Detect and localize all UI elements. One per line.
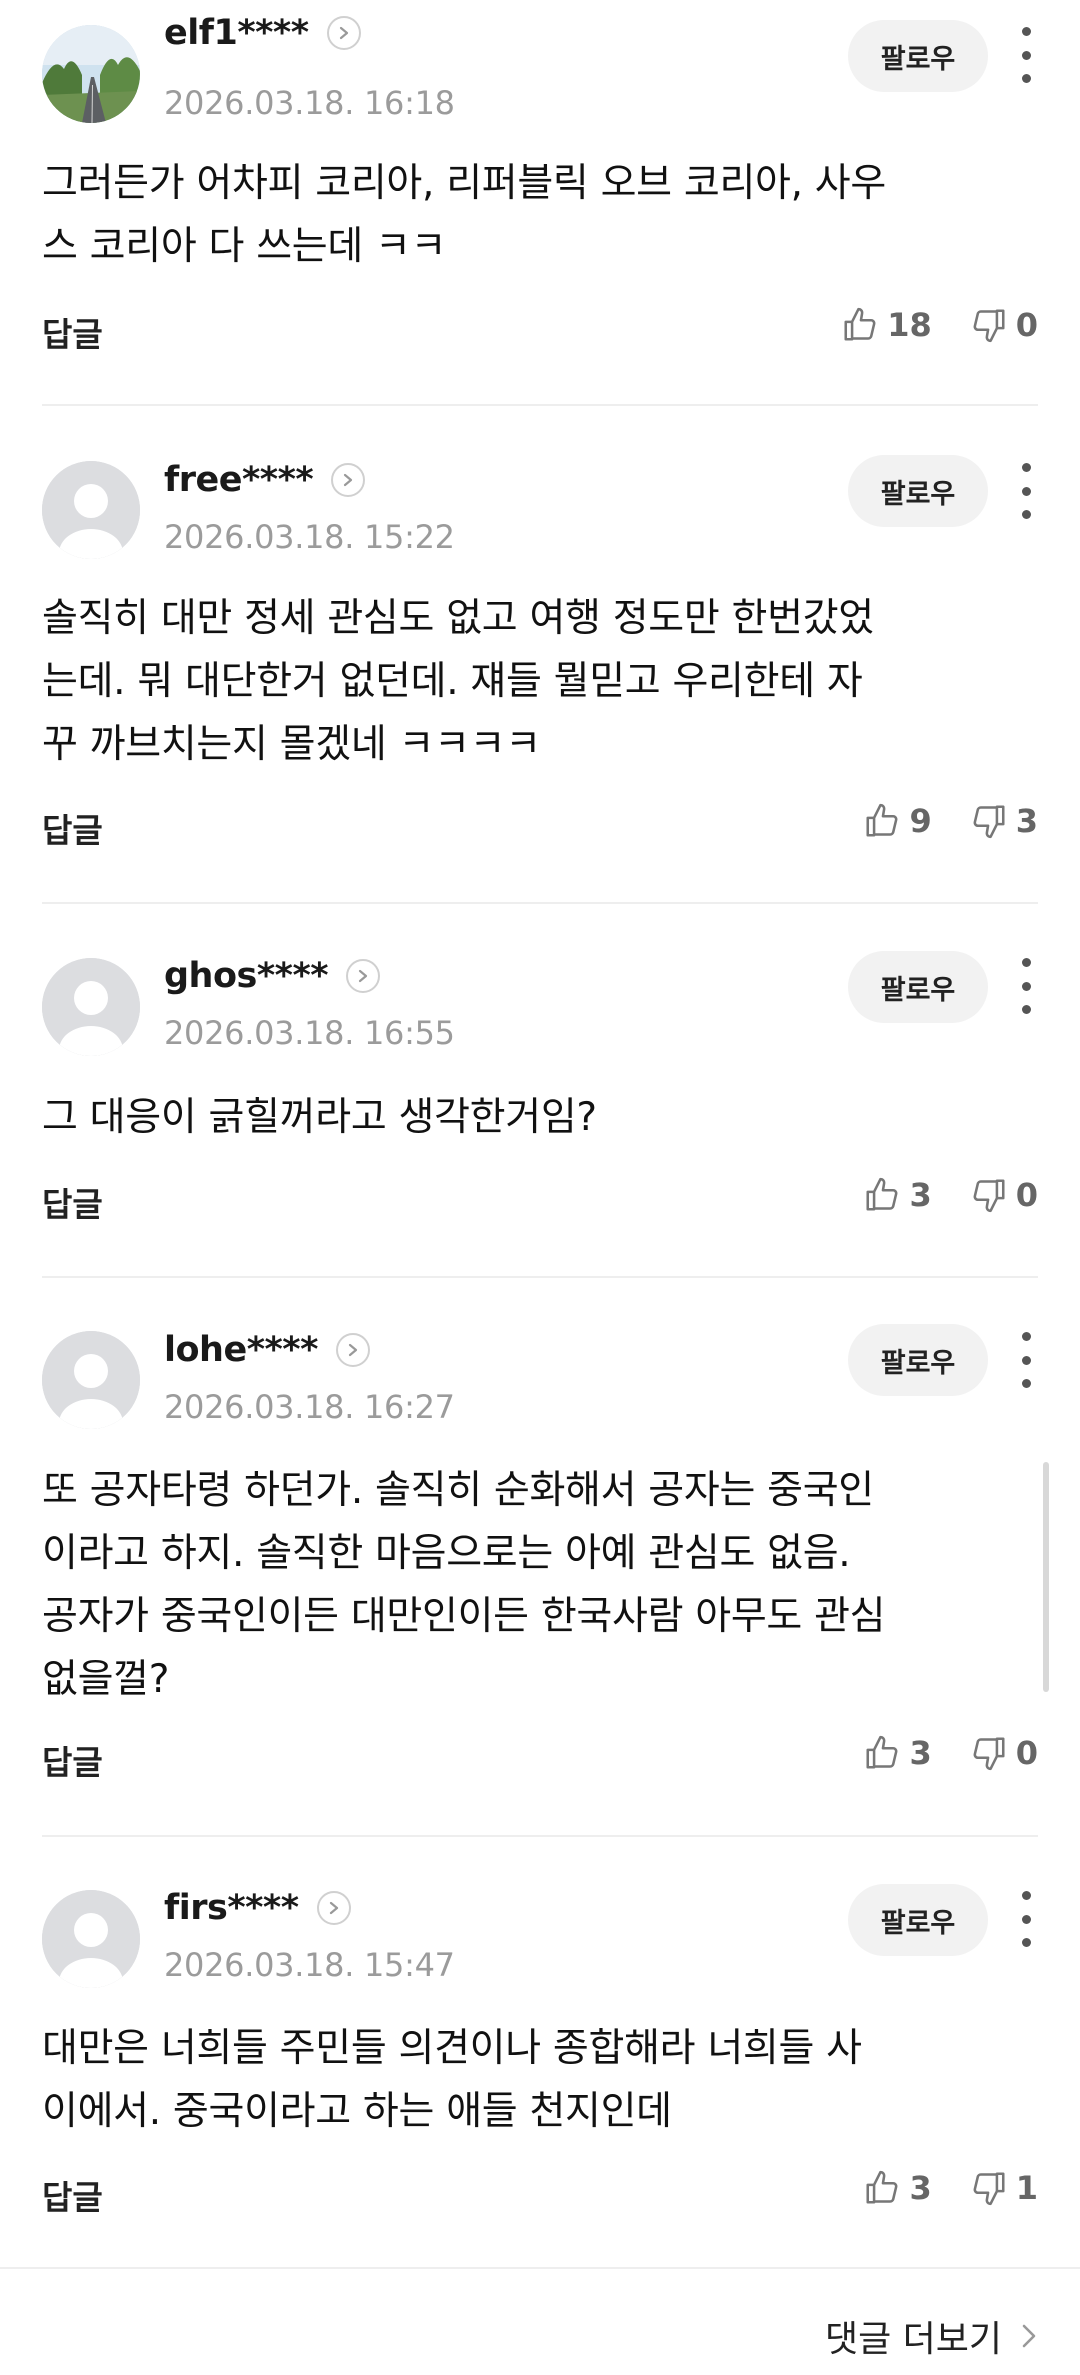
comment-text: 그러든가 어차피 코리아, 리퍼블릭 오브 코리아, 사우 스 코리아 다 쓰는… [42,161,886,269]
more-options-icon[interactable] [1008,958,1044,1014]
dislike-count: 3 [1015,802,1038,840]
follow-button[interactable]: 팔로우 [848,951,988,1023]
scrollbar[interactable] [1043,1462,1049,1692]
username[interactable]: elf1**** [164,13,309,53]
reply-button[interactable]: 답글 [42,1178,103,1226]
comment-text: 그 대응이 긁힐꺼라고 생각한거임? [42,1095,597,1140]
more-options-icon[interactable] [1008,1332,1044,1388]
like-button[interactable]: 3 [863,2169,932,2207]
more-comments-link[interactable]: 댓글 더보기 [825,2310,1038,2362]
avatar[interactable] [42,1331,140,1429]
dislike-button[interactable]: 3 [970,802,1038,840]
dislike-count: 0 [1015,306,1038,344]
divider [42,404,1038,406]
divider [42,1276,1038,1278]
reply-button[interactable]: 답글 [42,1736,103,1784]
dislike-button[interactable]: 0 [970,1176,1038,1214]
timestamp: 2026.03.18. 15:22 [164,518,455,556]
like-count: 9 [909,802,932,840]
thumbs-down-icon [973,309,1005,343]
follow-button[interactable]: 팔로우 [848,455,988,527]
like-count: 3 [909,1734,932,1772]
more-options-icon[interactable] [1008,1891,1044,1947]
chevron-right-icon[interactable] [346,959,381,993]
timestamp: 2026.03.18. 15:47 [164,1946,455,1984]
more-options-icon[interactable] [1008,463,1044,519]
avatar[interactable] [42,25,140,123]
dislike-button[interactable]: 0 [970,1734,1038,1772]
thumbs-down-icon [973,1737,1005,1771]
reply-button[interactable]: 답글 [42,2171,103,2219]
thumbs-up-icon [866,2170,898,2204]
chevron-right-icon[interactable] [335,1333,370,1367]
follow-button[interactable]: 팔로우 [848,1324,988,1396]
timestamp: 2026.03.18. 16:27 [164,1388,455,1426]
username[interactable]: free**** [164,460,314,500]
reply-button[interactable]: 답글 [42,308,103,356]
like-button[interactable]: 3 [863,1734,932,1772]
divider [42,1835,1038,1837]
reaction-bar: 3 0 [863,1734,1038,1772]
reply-button[interactable]: 답글 [42,804,103,852]
thumbs-up-icon [844,307,876,341]
username[interactable]: ghos**** [164,956,329,996]
thumbs-up-icon [866,803,898,837]
dislike-button[interactable]: 0 [970,306,1038,344]
chevron-right-icon[interactable] [331,463,366,497]
avatar[interactable] [42,1890,140,1988]
landscape-avatar-image [42,25,140,123]
avatar[interactable] [42,958,140,1056]
follow-button[interactable]: 팔로우 [848,1884,988,1956]
like-count: 3 [909,1176,932,1214]
divider [0,2267,1080,2269]
chevron-right-icon[interactable] [326,16,361,50]
reaction-bar: 3 0 [863,1176,1038,1214]
comment-text: 대만은 너희들 주민들 의견이나 종합해라 너희들 사 이에서. 중국이라고 하… [42,2026,862,2134]
username[interactable]: firs**** [164,1888,299,1928]
thumbs-up-icon [866,1735,898,1769]
more-options-icon[interactable] [1008,27,1044,83]
comment-text: 또 공자타령 하던가. 솔직히 순화해서 공자는 중국인 이라고 하지. 솔직한… [42,1468,886,1702]
default-person-icon [42,1331,140,1429]
thumbs-down-icon [973,1179,1005,1213]
like-button[interactable]: 9 [863,802,932,840]
thumbs-up-icon [866,1177,898,1211]
default-person-icon [42,1890,140,1988]
more-comments-label: 댓글 더보기 [824,2319,1002,2360]
reaction-bar: 9 3 [863,802,1038,840]
reaction-bar: 18 0 [841,306,1038,344]
chevron-right-icon[interactable] [316,1891,351,1925]
dislike-count: 0 [1015,1176,1038,1214]
reaction-bar: 3 1 [863,2169,1038,2207]
default-person-icon [42,958,140,1056]
dislike-count: 1 [1015,2169,1038,2207]
avatar[interactable] [42,461,140,559]
dislike-count: 0 [1015,1734,1038,1772]
username[interactable]: lohe**** [164,1330,318,1370]
chevron-right-icon [1022,2324,1036,2348]
follow-button[interactable]: 팔로우 [848,20,988,92]
timestamp: 2026.03.18. 16:18 [164,84,455,122]
divider [42,902,1038,904]
dislike-button[interactable]: 1 [970,2169,1038,2207]
default-person-icon [42,461,140,559]
like-count: 18 [887,306,932,344]
like-button[interactable]: 3 [863,1176,932,1214]
timestamp: 2026.03.18. 16:55 [164,1014,455,1052]
comment-text: 솔직히 대만 정세 관심도 없고 여행 정도만 한번갔었 는데. 뭐 대단한거 … [42,596,874,767]
thumbs-down-icon [973,2172,1005,2206]
like-button[interactable]: 18 [841,306,932,344]
thumbs-down-icon [973,805,1005,839]
like-count: 3 [909,2169,932,2207]
